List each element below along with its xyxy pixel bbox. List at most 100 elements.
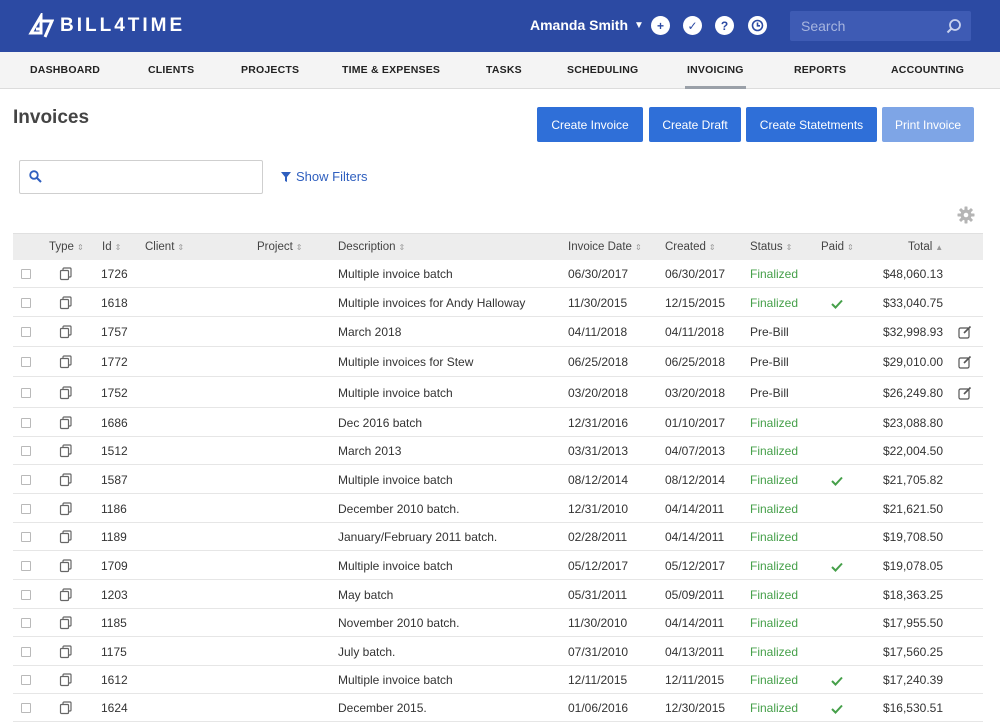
row-checkbox[interactable] [21,475,31,485]
invoice-description[interactable]: Multiple invoice batch [338,473,453,487]
table-row[interactable]: 1185 November 2010 batch. 11/30/2010 04/14/… [13,609,983,637]
print-invoice-button[interactable]: Print Invoice [882,107,974,142]
table-row[interactable]: 1186 December 2010 batch. 12/31/2010 04/14/… [13,494,983,523]
nav-dashboard[interactable]: DASHBOARD [30,52,100,89]
nav-time-expenses[interactable]: TIME & EXPENSES [342,52,440,89]
table-row[interactable]: 1612 Multiple invoice batch 12/11/2015 12/1… [13,666,983,694]
copy-icon[interactable] [59,386,73,400]
col-status[interactable]: Status ⇕ [750,234,792,261]
table-row[interactable]: 1189 January/February 2011 batch. 02/28/20… [13,523,983,551]
invoice-description[interactable]: Multiple invoice batch [338,386,453,400]
table-row[interactable]: 1624 December 2015. 01/06/2016 12/30/2015 Fi… [13,694,983,722]
invoice-description[interactable]: November 2010 batch. [338,616,459,630]
row-checkbox[interactable] [21,418,31,428]
nav-projects[interactable]: PROJECTS [241,52,299,89]
row-checkbox[interactable] [21,590,31,600]
col-created[interactable]: Created ⇕ [665,234,716,261]
copy-icon[interactable] [59,673,73,687]
nav-reports[interactable]: REPORTS [794,52,846,89]
copy-icon[interactable] [59,325,73,339]
row-checkbox[interactable] [21,532,31,542]
copy-icon[interactable] [59,616,73,630]
copy-icon[interactable] [59,530,73,544]
user-menu[interactable]: Amanda Smith ▼ [530,17,644,33]
invoice-description[interactable]: Multiple invoice batch [338,673,453,687]
row-checkbox[interactable] [21,703,31,713]
table-row[interactable]: 1709 Multiple invoice batch 05/12/2017 05/1… [13,551,983,580]
col-total[interactable]: Total ▲ [908,234,943,261]
row-checkbox[interactable] [21,327,31,337]
col-type[interactable]: Type ⇕ [49,234,84,261]
invoice-description[interactable]: Multiple invoices for Stew [338,355,473,369]
copy-icon[interactable] [59,444,73,458]
create-draft-button[interactable]: Create Draft [649,107,741,142]
copy-icon[interactable] [59,645,73,659]
row-checkbox[interactable] [21,388,31,398]
create-invoice-button[interactable]: Create Invoice [537,107,643,142]
table-row[interactable]: 1772 Multiple invoices for Stew 06/25/2018… [13,347,983,377]
col-project[interactable]: Project ⇕ [257,234,303,261]
invoice-description[interactable]: Dec 2016 batch [338,416,422,430]
invoice-description[interactable]: May batch [338,588,393,602]
show-filters-link[interactable]: Show Filters [281,169,368,184]
col-client[interactable]: Client ⇕ [145,234,184,261]
copy-icon[interactable] [59,559,73,573]
nav-invoicing[interactable]: INVOICING [685,52,746,89]
edit-icon[interactable] [958,386,972,400]
row-checkbox[interactable] [21,561,31,571]
invoice-description[interactable]: Multiple invoice batch [338,559,453,573]
bill4time-logo[interactable]: BILL4TIME [28,13,185,39]
invoice-description[interactable]: Multiple invoice batch [338,267,453,281]
search-input[interactable] [790,11,940,41]
copy-icon[interactable] [59,355,73,369]
copy-icon[interactable] [59,588,73,602]
help-icon[interactable]: ? [715,16,734,35]
table-row[interactable]: 1752 Multiple invoice batch 03/20/2018 03/2… [13,377,983,408]
table-row[interactable]: 1512 March 2013 03/31/2013 04/07/2013 Finali… [13,437,983,465]
edit-icon[interactable] [958,325,972,339]
row-checkbox[interactable] [21,618,31,628]
table-row[interactable]: 1203 May batch 05/31/2011 05/09/2011 Finaliz… [13,580,983,609]
row-checkbox[interactable] [21,675,31,685]
invoice-description[interactable]: December 2015. [338,701,427,715]
row-checkbox[interactable] [21,446,31,456]
plus-icon[interactable]: + [651,16,670,35]
row-checkbox[interactable] [21,357,31,367]
copy-icon[interactable] [59,473,73,487]
gear-icon[interactable] [957,206,975,224]
col-description[interactable]: Description ⇕ [338,234,405,261]
edit-icon[interactable] [958,355,972,369]
nav-accounting[interactable]: ACCOUNTING [891,52,964,89]
copy-icon[interactable] [59,502,73,516]
nav-clients[interactable]: CLIENTS [148,52,194,89]
invoice-description[interactable]: March 2013 [338,444,401,458]
table-row[interactable]: 1757 March 2018 04/11/2018 04/11/2018 Pre-Bi… [13,317,983,347]
col-id[interactable]: Id ⇕ [102,234,121,261]
search-icon[interactable] [946,18,962,34]
row-checkbox[interactable] [21,298,31,308]
invoice-description[interactable]: January/February 2011 batch. [338,530,497,544]
copy-icon[interactable] [59,416,73,430]
copy-icon[interactable] [59,296,73,310]
table-row[interactable]: 1175 July batch. 07/31/2010 04/13/2011 Final… [13,637,983,666]
row-checkbox[interactable] [21,504,31,514]
table-row[interactable]: 1726 Multiple invoice batch 06/30/2017 06/3… [13,260,983,288]
copy-icon[interactable] [59,701,73,715]
invoice-search-field[interactable] [19,160,263,194]
copy-icon[interactable] [59,267,73,281]
table-row[interactable]: 1618 Multiple invoices for Andy Halloway 1… [13,288,983,317]
nav-scheduling[interactable]: SCHEDULING [567,52,638,89]
nav-tasks[interactable]: TASKS [486,52,522,89]
invoice-description[interactable]: July batch. [338,645,395,659]
check-icon[interactable]: ✓ [683,16,702,35]
invoice-description[interactable]: March 2018 [338,325,401,339]
invoice-description[interactable]: December 2010 batch. [338,502,459,516]
clock-icon[interactable] [748,16,767,35]
table-row[interactable]: 1686 Dec 2016 batch 12/31/2016 01/10/2017 Fi… [13,408,983,437]
col-paid[interactable]: Paid ⇕ [821,234,854,261]
row-checkbox[interactable] [21,647,31,657]
col-invoice-date[interactable]: Invoice Date ⇕ [568,234,642,261]
invoice-description[interactable]: Multiple invoices for Andy Halloway [338,296,525,310]
table-row[interactable]: 1587 Multiple invoice batch 08/12/2014 08/1… [13,465,983,494]
row-checkbox[interactable] [21,269,31,279]
